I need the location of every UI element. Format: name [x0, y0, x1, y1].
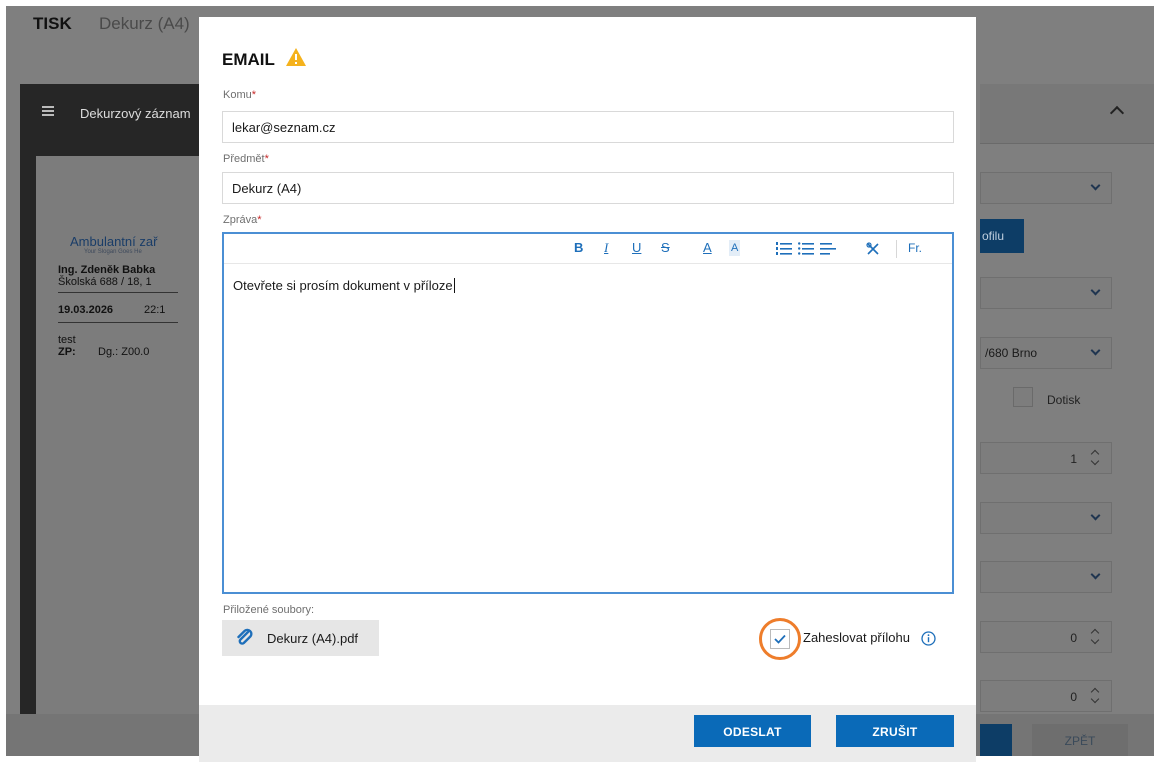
bullet-list-icon[interactable]	[798, 242, 814, 256]
dotisk-checkbox[interactable]	[1013, 387, 1033, 407]
paperclip-icon	[237, 628, 253, 645]
highlight-button[interactable]: A	[729, 240, 741, 256]
subject-field[interactable]: Dekurz (A4)	[222, 172, 954, 204]
font-color-button[interactable]: A	[703, 240, 712, 256]
document-diagnosis: Dg.: Z00.0	[98, 346, 150, 358]
document-time: 22:1	[144, 304, 166, 316]
encrypt-attachment-label: Zaheslovat přílohu	[803, 630, 910, 645]
document-zp-label: ZP:	[58, 346, 76, 358]
attachments-label: Přiložené soubory:	[223, 604, 315, 616]
document-panel-header: Dekurzový záznam	[20, 84, 206, 144]
document-page: Ambulantní zař Your Slogan Goes He Ing. …	[36, 156, 206, 756]
settings-select[interactable]	[980, 561, 1112, 593]
address-select[interactable]: /680 Brno	[980, 337, 1112, 369]
ordered-list-icon[interactable]	[776, 242, 792, 256]
attachment-item[interactable]: Dekurz (A4).pdf	[222, 620, 379, 656]
tab-dekurz[interactable]: Dekurz (A4)	[99, 14, 190, 34]
document-panel-title: Dekurzový záznam	[80, 106, 191, 121]
chevron-up-icon[interactable]	[1109, 105, 1125, 121]
document-note: test	[58, 334, 76, 346]
chevron-down-icon	[1090, 285, 1101, 296]
encrypt-attachment-checkbox[interactable]	[770, 629, 790, 649]
copies-value: 1	[1070, 452, 1077, 466]
profile-button[interactable]: ofilu	[980, 219, 1024, 253]
attachment-filename: Dekurz (A4).pdf	[267, 631, 359, 646]
cancel-button[interactable]: ZRUŠIT	[836, 715, 954, 747]
settings-select[interactable]	[980, 172, 1112, 204]
document-address: Školská 688 / 18, 1	[58, 276, 152, 288]
editor-toolbar: B I U S A A Fr.	[224, 234, 952, 264]
dialog-title: EMAIL	[222, 50, 275, 69]
document-doctor: Ing. Zdeněk Babka	[58, 264, 156, 276]
checkmark-icon	[774, 634, 786, 644]
dotisk-label: Dotisk	[1047, 393, 1081, 407]
spinner-icon[interactable]	[1089, 448, 1101, 468]
to-label: Komu*	[223, 89, 257, 101]
message-editor[interactable]: B I U S A A Fr. Otevřete si prosím dokum…	[222, 232, 954, 594]
send-button[interactable]: ODESLAT	[694, 715, 811, 747]
document-brand: Ambulantní zař	[70, 234, 158, 249]
document-slogan: Your Slogan Goes He	[84, 249, 142, 255]
stepper-value: 0	[1070, 690, 1077, 704]
email-dialog: EMAIL Komu* lekar@seznam.cz Předmět* Dek…	[199, 17, 976, 762]
message-body[interactable]: Otevřete si prosím dokument v příloze	[233, 278, 455, 293]
strikethrough-button[interactable]: S	[661, 240, 670, 256]
number-stepper[interactable]: 0	[980, 621, 1112, 653]
info-icon[interactable]	[921, 631, 936, 646]
settings-panel-header	[980, 84, 1154, 144]
encrypt-checkbox-highlight	[759, 618, 801, 660]
stepper-value: 0	[1070, 631, 1077, 645]
toolbar-divider	[896, 240, 897, 258]
font-size-button[interactable]: Fr.	[908, 240, 922, 256]
address-value: /680 Brno	[985, 346, 1038, 360]
back-button[interactable]: ZPĚT	[1032, 724, 1128, 756]
number-stepper[interactable]: 0	[980, 680, 1112, 712]
menu-icon[interactable]	[42, 106, 54, 116]
page-title: TISK	[33, 14, 72, 33]
text-caret	[453, 278, 455, 293]
spinner-icon[interactable]	[1089, 686, 1101, 706]
to-field[interactable]: lekar@seznam.cz	[222, 111, 954, 143]
clear-format-icon[interactable]	[866, 242, 880, 256]
settings-select[interactable]	[980, 277, 1112, 309]
message-label: Zpráva*	[223, 214, 262, 226]
chevron-down-icon	[1090, 345, 1101, 356]
italic-button[interactable]: I	[604, 240, 608, 256]
document-date: 19.03.2026	[58, 304, 114, 316]
chevron-down-icon	[1090, 510, 1101, 521]
document-divider	[58, 322, 178, 323]
dialog-footer: ODESLAT ZRUŠIT	[199, 705, 976, 762]
align-left-icon[interactable]	[820, 242, 836, 256]
chevron-down-icon	[1090, 569, 1101, 580]
warning-icon	[286, 48, 306, 66]
bold-button[interactable]: B	[574, 240, 583, 256]
print-button[interactable]	[980, 724, 1012, 756]
chevron-down-icon	[1090, 180, 1101, 191]
copies-stepper[interactable]: 1	[980, 442, 1112, 474]
underline-button[interactable]: U	[632, 240, 641, 256]
spinner-icon[interactable]	[1089, 627, 1101, 647]
settings-select[interactable]	[980, 502, 1112, 534]
document-divider	[58, 292, 178, 293]
subject-label: Předmět*	[223, 153, 269, 165]
